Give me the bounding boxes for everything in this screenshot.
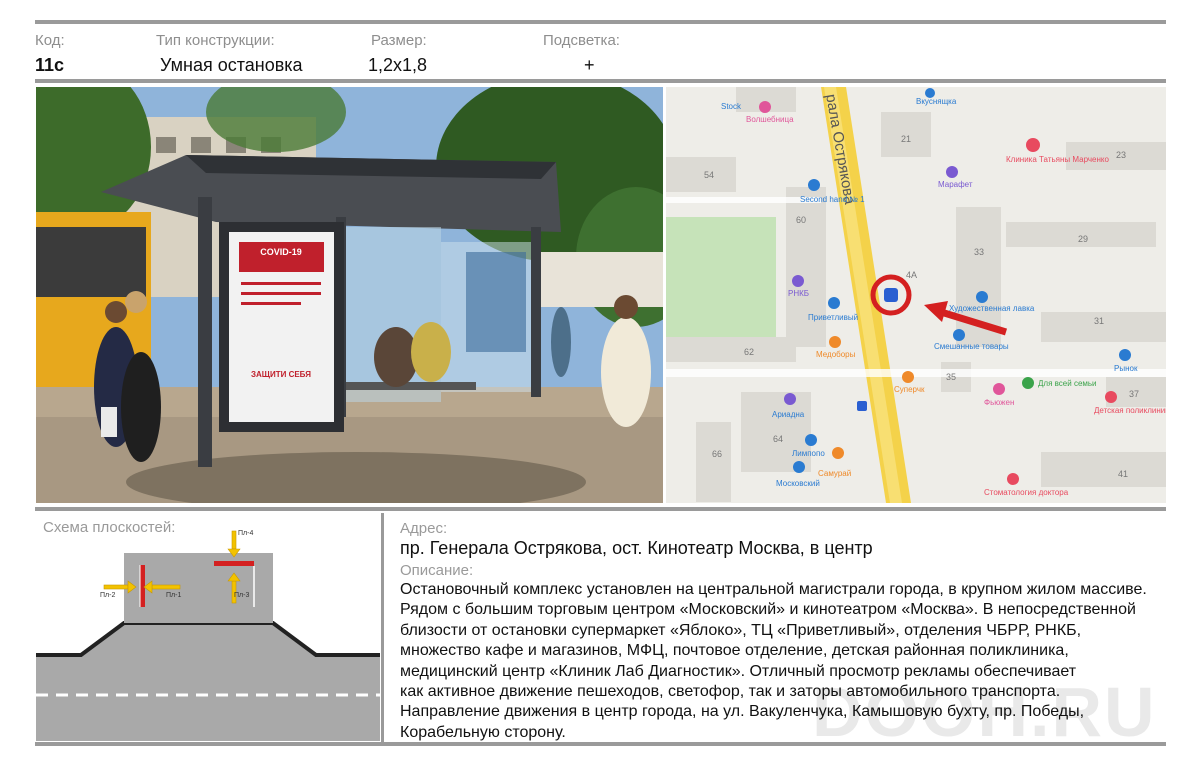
house-37: 37 (1129, 389, 1139, 399)
grocery-icon[interactable] (902, 371, 914, 383)
header-divider (35, 79, 1166, 83)
description-line: медицинский центр «Клиник Лаб Диагностик… (400, 662, 1077, 680)
top-divider (35, 20, 1166, 24)
poi-ariadna[interactable]: Ариадна (772, 410, 805, 419)
poi-stock[interactable]: Stock (721, 102, 742, 111)
poi-marafet[interactable]: Марафет (938, 180, 973, 189)
plane-1-label: Пл-1 (166, 592, 181, 599)
poi-moskovskiy[interactable]: Московский (776, 479, 820, 488)
house-54: 54 (704, 170, 714, 180)
house-66: 66 (712, 449, 722, 459)
dentist-icon[interactable] (1007, 473, 1019, 485)
address-value: пр. Генерала Острякова, ост. Кинотеатр М… (400, 538, 873, 558)
house-41: 41 (1118, 469, 1128, 479)
poi-klinika[interactable]: Клиника Татьяны Марченко (1006, 155, 1109, 164)
mall-moskovskiy-icon[interactable] (793, 461, 805, 473)
description-line: Остановочный комплекс установлен на цент… (400, 581, 1147, 598)
poi-samurai[interactable]: Самурай (818, 469, 851, 478)
poster-text: ЗАЩИТИ СЕБЯ (251, 370, 311, 379)
description-line: Корабельную сторону. (400, 723, 566, 741)
description-line: Рядом с большим торговым центром «Москов… (400, 601, 1136, 619)
restaurant-icon[interactable] (832, 447, 844, 459)
house-29: 29 (1078, 234, 1088, 244)
size-label: Размер: (371, 32, 427, 49)
kids-shop-icon[interactable] (805, 434, 817, 446)
house-21: 21 (901, 134, 911, 144)
type-label: Тип конструкции: (156, 32, 275, 49)
house-23: 23 (1116, 150, 1126, 160)
bottom-divider (35, 742, 1166, 746)
food-icon[interactable] (829, 336, 841, 348)
poi-medobory[interactable]: Медоборы (816, 350, 856, 359)
plane-2-marker (140, 565, 145, 607)
size-value: 1,2х1,8 (368, 55, 428, 75)
house-64: 64 (773, 434, 783, 444)
house-62: 62 (744, 347, 754, 357)
hospital-icon[interactable] (1105, 391, 1117, 403)
poi-dlya-semyi[interactable]: Для всей семьи (1038, 379, 1097, 388)
art-shop-icon[interactable] (976, 291, 988, 303)
poi-hudozh[interactable]: Художественная лавка (949, 304, 1035, 313)
scheme-title: Схема плоскостей: (43, 519, 176, 536)
location-map[interactable]: рала Острякова 21 23 54 60 29 33 31 62 3… (666, 87, 1166, 503)
plane-4-marker (214, 561, 254, 566)
poi-vkusnyashka[interactable]: Вкуснящка (916, 97, 957, 106)
bus-stop-photo: COVID-19 ЗАЩИТИ СЕБЯ (36, 87, 663, 503)
beauty-icon[interactable] (946, 166, 958, 178)
bus-stop-highlighted-icon[interactable] (884, 288, 898, 302)
plane-3-label: Пл-3 (234, 592, 249, 599)
house-33: 33 (974, 247, 984, 257)
house-4a: 4А (906, 270, 917, 280)
code-label: Код: (35, 32, 65, 49)
description-line: близости от остановки супермаркет «Яблок… (400, 621, 1082, 639)
house-35: 35 (946, 372, 956, 382)
poi-smeshannye[interactable]: Смешанные товары (934, 342, 1009, 351)
poi-rnkb[interactable]: РНКБ (788, 289, 809, 298)
description-line: как активное движение пешеходов, светофо… (400, 683, 1061, 701)
plane-4-label: Пл-4 (238, 530, 253, 537)
description-line: Направление движения в центр города, на … (400, 703, 1085, 721)
market-icon[interactable] (1119, 349, 1131, 361)
poi-detskaya[interactable]: Детская поликлиника № 1 (1094, 406, 1166, 415)
house-60: 60 (796, 215, 806, 225)
volshebnitsa-icon[interactable] (759, 101, 771, 113)
description-line: множество кафе и магазинов, МФЦ, почтово… (400, 642, 1069, 660)
planes-scheme: Схема плоскостей: Пл-2 Пл-1 Пл-3 Пл-4 (36, 515, 380, 741)
house-31: 31 (1094, 316, 1104, 326)
poi-stomatologiya[interactable]: Стоматология доктора (984, 488, 1069, 497)
light-label: Подсветка: (543, 32, 620, 49)
vertical-divider (381, 513, 384, 743)
travel-icon[interactable] (784, 393, 796, 405)
poi-fyuzhen[interactable]: Фьюжен (984, 398, 1014, 407)
poi-privetlivyi[interactable]: Приветливый (808, 313, 858, 322)
poster-title: COVID-19 (260, 247, 302, 257)
clothes-icon[interactable] (808, 179, 820, 191)
poi-superchk[interactable]: Суперчк (894, 385, 925, 394)
flower-icon[interactable] (993, 383, 1005, 395)
poi-rynok[interactable]: Рынок (1114, 364, 1138, 373)
family-icon[interactable] (1022, 377, 1034, 389)
address-label: Адрес: (400, 520, 448, 537)
plane-2-label: Пл-2 (100, 592, 115, 599)
type-value: Умная остановка (160, 55, 303, 75)
bus-stop-icon[interactable] (857, 401, 867, 411)
middle-divider (35, 507, 1166, 511)
poi-volshebnitsa[interactable]: Волшебница (746, 115, 794, 124)
poi-second-hand[interactable]: Second hand № 1 (800, 195, 865, 204)
code-value: 11с (35, 55, 65, 75)
poi-limpopo[interactable]: Лимпопо (792, 449, 825, 458)
light-value: + (584, 55, 595, 75)
mixed-goods-icon[interactable] (953, 329, 965, 341)
mall-icon[interactable] (828, 297, 840, 309)
bank-icon[interactable] (792, 275, 804, 287)
description-label: Описание: (400, 562, 474, 579)
clinic-pin-icon[interactable] (1026, 138, 1040, 152)
description-text: Остановочный комплекс установлен на цент… (400, 580, 1195, 743)
